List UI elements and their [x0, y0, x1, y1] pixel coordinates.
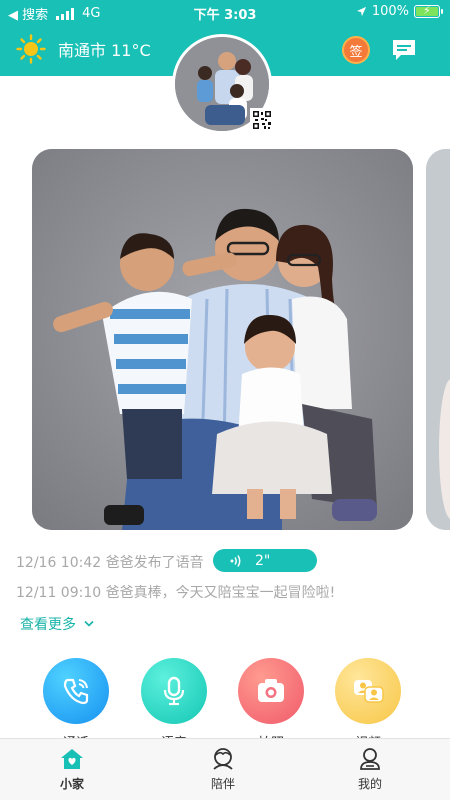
tab-bar: 小家 陪伴 我的: [0, 738, 450, 800]
tab-home-label: 小家: [59, 777, 84, 791]
family-photo-card[interactable]: [32, 149, 413, 530]
tab-companion[interactable]: 陪伴: [183, 747, 263, 792]
voice-button[interactable]: [141, 658, 207, 724]
feed-text: 爸爸真棒，今天又陪宝宝一起冒险啦!: [105, 585, 336, 601]
sun-icon: [16, 34, 46, 64]
photo-button[interactable]: [238, 658, 304, 724]
companion-icon: [213, 748, 233, 770]
feed-text: 爸爸发布了语音: [105, 555, 204, 571]
phone-icon: [63, 678, 89, 705]
city-temperature: 南通市 11°C: [58, 41, 151, 60]
chevron-down-icon: [84, 620, 94, 627]
video-chat-icon: [354, 680, 384, 703]
view-more-label: 查看更多: [20, 617, 76, 633]
feed-time: 12/16 10:42: [16, 555, 102, 571]
qr-code[interactable]: [250, 108, 274, 132]
weather-widget[interactable]: 南通市 11°C: [16, 34, 151, 64]
next-photo-card-peek[interactable]: [426, 149, 450, 530]
video-button[interactable]: [335, 658, 401, 724]
battery-icon: ⚡: [414, 4, 443, 18]
family-photo: [32, 149, 413, 530]
voice-duration: 2": [255, 552, 271, 569]
call-button[interactable]: [43, 658, 109, 724]
battery-percent: 100%: [371, 4, 409, 19]
tab-profile[interactable]: 我的: [330, 747, 410, 792]
view-more-link[interactable]: 查看更多: [20, 614, 94, 634]
feed-item[interactable]: 12/11 09:10 爸爸真棒，今天又陪宝宝一起冒险啦!: [16, 582, 335, 602]
feed-item[interactable]: 12/16 10:42 爸爸发布了语音: [16, 552, 204, 572]
microphone-icon: [163, 676, 185, 706]
feed-time: 12/11 09:10: [16, 585, 102, 601]
camera-icon: [258, 679, 284, 702]
home-icon: [61, 749, 83, 769]
location-arrow-icon: [356, 6, 366, 17]
status-bar: ◀ 搜索 4G 下午 3:03 100% ⚡: [0, 0, 450, 24]
profile-icon: [360, 748, 380, 770]
tab-companion-label: 陪伴: [210, 777, 235, 791]
tab-home[interactable]: 小家: [32, 747, 112, 792]
tab-profile-label: 我的: [357, 777, 382, 791]
sign-in-button[interactable]: 签: [342, 36, 370, 64]
voice-message-button[interactable]: 2": [213, 549, 317, 572]
message-icon[interactable]: [390, 36, 418, 64]
voice-wave-icon: [230, 554, 241, 567]
